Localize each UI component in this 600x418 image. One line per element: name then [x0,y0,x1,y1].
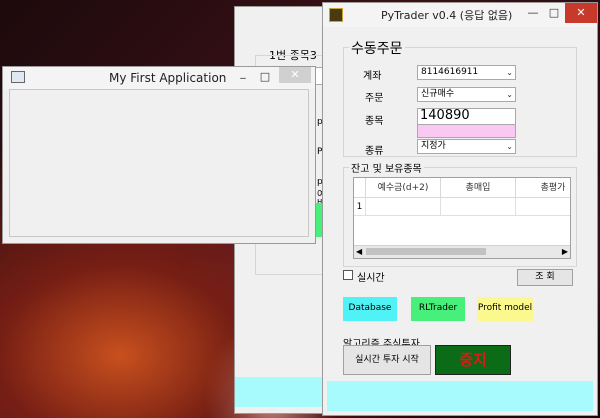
order-label: 주문 [365,93,384,104]
first-application-window[interactable]: My First Application _ □ ✕ [2,66,316,244]
minimize-button[interactable]: — [523,3,543,23]
close-button[interactable]: ✕ [565,3,597,23]
order-type-select[interactable]: 신규매수 ⌄ [417,87,516,102]
holdings-table[interactable]: 예수금(d+2) 총매입 총평가 1 ◀ ▶ [353,177,571,259]
maximize-button[interactable]: □ [545,3,563,23]
stock-name-field[interactable] [417,124,516,138]
scrollbar-thumb[interactable] [366,248,486,255]
profit-model-button[interactable]: Profit model [477,297,533,321]
pytrader-titlebar[interactable]: PyTrader v0.4 (응답 없음) — □ ✕ [323,3,597,27]
account-select[interactable]: 8114616911 ⌄ [417,65,516,80]
status-bar [327,381,593,411]
database-button[interactable]: Database [343,297,397,321]
stock-code-value: 140890 [420,108,470,123]
column-header[interactable]: 예수금(d+2) [366,178,441,198]
inquiry-button[interactable]: 조 회 [517,269,573,286]
realtime-label: 실시간 [357,273,385,284]
scroll-left-arrow-icon[interactable]: ◀ [356,246,362,258]
first-app-title: My First Application [109,71,227,85]
column-header[interactable]: 총매입 [441,178,516,198]
maximize-button[interactable]: □ [257,67,273,87]
table-cell[interactable] [516,198,570,216]
holdings-title: 잔고 및 보유종목 [349,160,424,175]
price-type-select[interactable]: 지정가 ⌄ [417,139,516,154]
stock-code-input[interactable]: 140890 [417,108,516,125]
table-corner [354,178,366,198]
table-cell[interactable] [441,198,516,216]
order-type-value: 신규매수 [421,89,455,99]
first-app-titlebar[interactable]: My First Application _ □ ✕ [3,66,315,89]
price-type-value: 지정가 [421,141,446,151]
pytrader-title: PyTrader v0.4 (응답 없음) [381,9,513,22]
pytrader-app-icon [329,8,343,22]
scroll-right-arrow-icon[interactable]: ▶ [562,246,568,258]
start-realtime-button[interactable]: 실시간 투자 시작 [343,345,431,375]
row-number: 1 [354,198,366,216]
table-cell[interactable] [366,198,441,216]
close-button[interactable]: ✕ [279,67,311,83]
manual-order-title: 수동주문 [349,38,405,58]
minimize-button[interactable]: _ [235,63,251,83]
rltrader-button[interactable]: RLTrader [411,297,465,321]
stop-button[interactable]: 중지 [435,345,511,375]
account-label: 계좌 [363,71,382,82]
column-header[interactable]: 총평가 [516,178,570,198]
stock-label: 종목 [365,116,384,127]
account-value: 8114616911 [421,67,479,77]
first-app-client-area [9,89,309,237]
horizontal-scrollbar[interactable]: ◀ ▶ [354,245,570,258]
chevron-down-icon: ⌄ [506,68,513,77]
window-icon [11,71,25,83]
realtime-checkbox[interactable] [343,270,353,280]
chevron-down-icon: ⌄ [506,142,513,151]
chevron-down-icon: ⌄ [506,90,513,99]
price-type-label: 종류 [365,146,384,157]
pytrader-window[interactable]: PyTrader v0.4 (응답 없음) — □ ✕ 수동주문 계좌 8114… [322,2,598,416]
